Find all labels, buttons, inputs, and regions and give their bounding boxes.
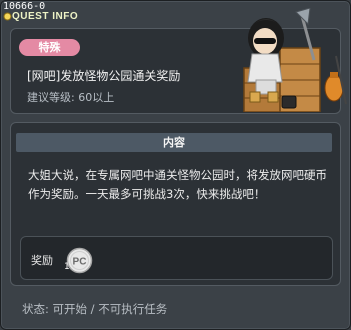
quest-category-badge: 特殊 — [19, 39, 80, 56]
content-header: 内容 — [16, 133, 332, 152]
reward-quantity: 1 — [64, 262, 70, 272]
quest-name: [网吧]发放怪物公园通关奖励 — [27, 69, 181, 83]
quest-status: 状态: 可开始 / 不可执行任务 — [22, 302, 168, 316]
quest-recommended-level: 建议等级: 60以上 — [27, 91, 115, 104]
quest-info-icon — [3, 12, 12, 21]
pc-coin-icon[interactable]: PC — [66, 247, 93, 274]
pc-coin-text: PC — [73, 257, 87, 268]
reward-label: 奖励 — [31, 254, 53, 267]
quest-description: 大姐大说，在专属网吧中通关怪物公园时，将发放网吧硬币作为奖励。一天最多可挑战3次… — [28, 168, 327, 201]
npc-portrait — [243, 8, 347, 112]
window-title: QUEST INFO — [12, 11, 79, 22]
